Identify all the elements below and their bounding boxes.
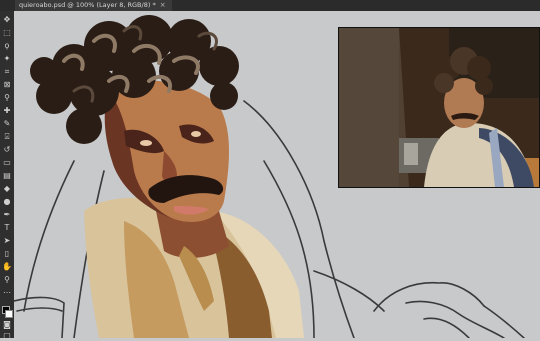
more-tools-icon[interactable]: ⋯ xyxy=(2,288,12,298)
reference-photo-image xyxy=(339,28,539,187)
gradient-icon[interactable]: ▤ xyxy=(2,171,12,181)
pen-icon[interactable]: ✒ xyxy=(2,210,12,220)
rectangle-icon[interactable]: ▯ xyxy=(2,249,12,259)
clone-stamp-icon[interactable]: ⍓ xyxy=(2,132,12,142)
marquee-icon[interactable]: ⬚ xyxy=(2,28,12,38)
brush-icon[interactable]: ✎ xyxy=(2,119,12,129)
lasso-icon[interactable]: ϙ xyxy=(2,41,12,51)
close-icon[interactable]: × xyxy=(160,0,166,11)
screen-mode-icon[interactable]: ▢ xyxy=(2,331,12,341)
healing-brush-icon[interactable]: ✚ xyxy=(2,106,12,116)
move-icon[interactable]: ✥ xyxy=(2,15,12,25)
dodge-icon[interactable]: ● xyxy=(2,197,12,207)
reference-photo xyxy=(338,27,540,188)
path-selection-icon[interactable]: ➤ xyxy=(2,236,12,246)
history-brush-icon[interactable]: ↺ xyxy=(2,145,12,155)
document-tab-title: quieroabo.psd @ 100% (Layer 8, RGB/8) * xyxy=(19,1,156,9)
frame-icon[interactable]: ⊠ xyxy=(2,80,12,90)
crop-icon[interactable]: ⌗ xyxy=(2,67,12,77)
blur-icon[interactable]: ◆ xyxy=(2,184,12,194)
quick-mask-icon[interactable]: ◙ xyxy=(2,320,12,330)
background-color-swatch[interactable] xyxy=(5,310,13,318)
type-icon[interactable]: T xyxy=(2,223,12,233)
hand-icon[interactable]: ✋ xyxy=(2,262,12,272)
tools-panel: ◙ ▢ ✥ ⬚ ϙ ✦ ⌗ ⊠ ⚲ ✚ ✎ ⍓ ↺ ▭ ▤ ◆ ● ✒ T ➤ ▯ ✋ ⚲ ⋯ xyxy=(0,11,15,341)
zoom-icon[interactable]: ⚲ xyxy=(2,275,12,285)
document-tab[interactable]: quieroabo.psd @ 100% (Layer 8, RGB/8) * … xyxy=(15,0,172,11)
canvas[interactable] xyxy=(14,11,540,338)
eyedropper-icon[interactable]: ⚲ xyxy=(2,93,12,103)
eraser-icon[interactable]: ▭ xyxy=(2,158,12,168)
magic-wand-icon[interactable]: ✦ xyxy=(2,54,12,64)
